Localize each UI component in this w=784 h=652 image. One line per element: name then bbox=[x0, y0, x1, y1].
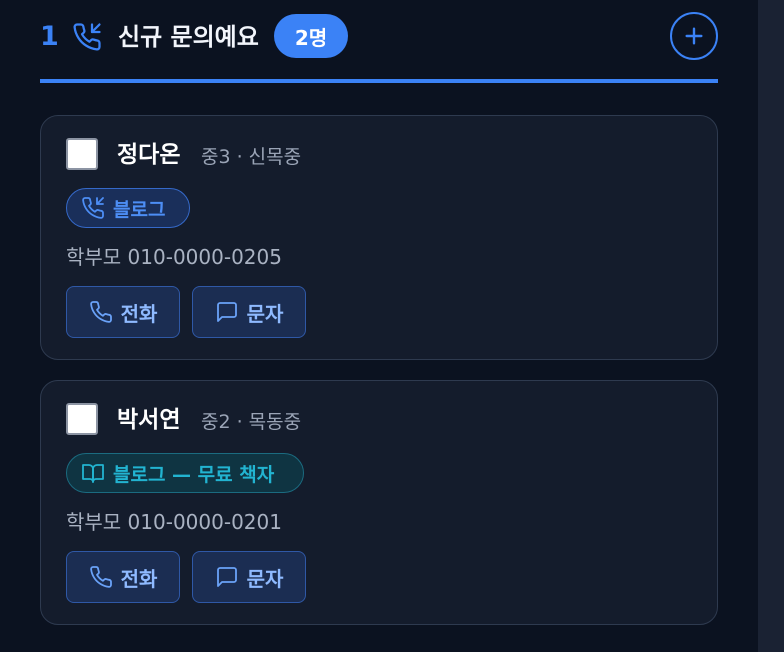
student-name: 정다온 bbox=[117, 142, 181, 168]
scrollbar-track[interactable] bbox=[758, 0, 784, 652]
select-checkbox[interactable] bbox=[66, 138, 98, 170]
count-badge: 2명 bbox=[274, 14, 348, 58]
message-square-icon bbox=[216, 567, 237, 587]
call-button-label: 전화 bbox=[120, 566, 158, 591]
column-title: 신규 문의예요 bbox=[118, 23, 259, 51]
incoming-call-icon bbox=[72, 22, 102, 52]
message-button[interactable]: 문자 bbox=[192, 551, 306, 603]
incoming-call-icon bbox=[82, 197, 104, 219]
column-index: 1 bbox=[40, 21, 59, 52]
student-meta: 중2 · 목동중 bbox=[201, 411, 302, 433]
source-tag-label: 블로그 bbox=[113, 198, 166, 221]
source-tag: 블로그 — 무료 책자 bbox=[66, 453, 304, 493]
student-name: 박서연 bbox=[117, 407, 181, 433]
inquiry-card[interactable]: 박서연 중2 · 목동중 블로그 — 무료 책자 학부모 010-0000-02… bbox=[40, 380, 718, 625]
source-tag: 블로그 bbox=[66, 188, 190, 228]
message-button[interactable]: 문자 bbox=[192, 286, 306, 338]
kanban-column-new-inquiries: 1 신규 문의예요 2명 정다온 중3 · 신목중 블로그 학부모 010-00… bbox=[40, 0, 718, 625]
add-inquiry-button[interactable] bbox=[670, 12, 718, 60]
plus-icon bbox=[685, 27, 703, 45]
student-meta: 중3 · 신목중 bbox=[201, 146, 302, 168]
message-square-icon bbox=[216, 302, 237, 322]
message-button-label: 문자 bbox=[246, 566, 284, 591]
parent-phone: 학부모 010-0000-0201 bbox=[66, 510, 282, 534]
book-open-icon bbox=[82, 464, 104, 483]
call-button-label: 전화 bbox=[120, 301, 158, 326]
header-divider bbox=[40, 79, 718, 83]
parent-phone: 학부모 010-0000-0205 bbox=[66, 245, 282, 269]
call-button[interactable]: 전화 bbox=[66, 551, 180, 603]
select-checkbox[interactable] bbox=[66, 403, 98, 435]
inquiry-card[interactable]: 정다온 중3 · 신목중 블로그 학부모 010-0000-0205 전화 문자 bbox=[40, 115, 718, 360]
phone-icon bbox=[89, 566, 112, 588]
column-header: 1 신규 문의예요 2명 bbox=[40, 0, 718, 83]
source-tag-label: 블로그 — 무료 책자 bbox=[113, 463, 275, 486]
call-button[interactable]: 전화 bbox=[66, 286, 180, 338]
phone-icon bbox=[89, 301, 112, 323]
message-button-label: 문자 bbox=[246, 301, 284, 326]
